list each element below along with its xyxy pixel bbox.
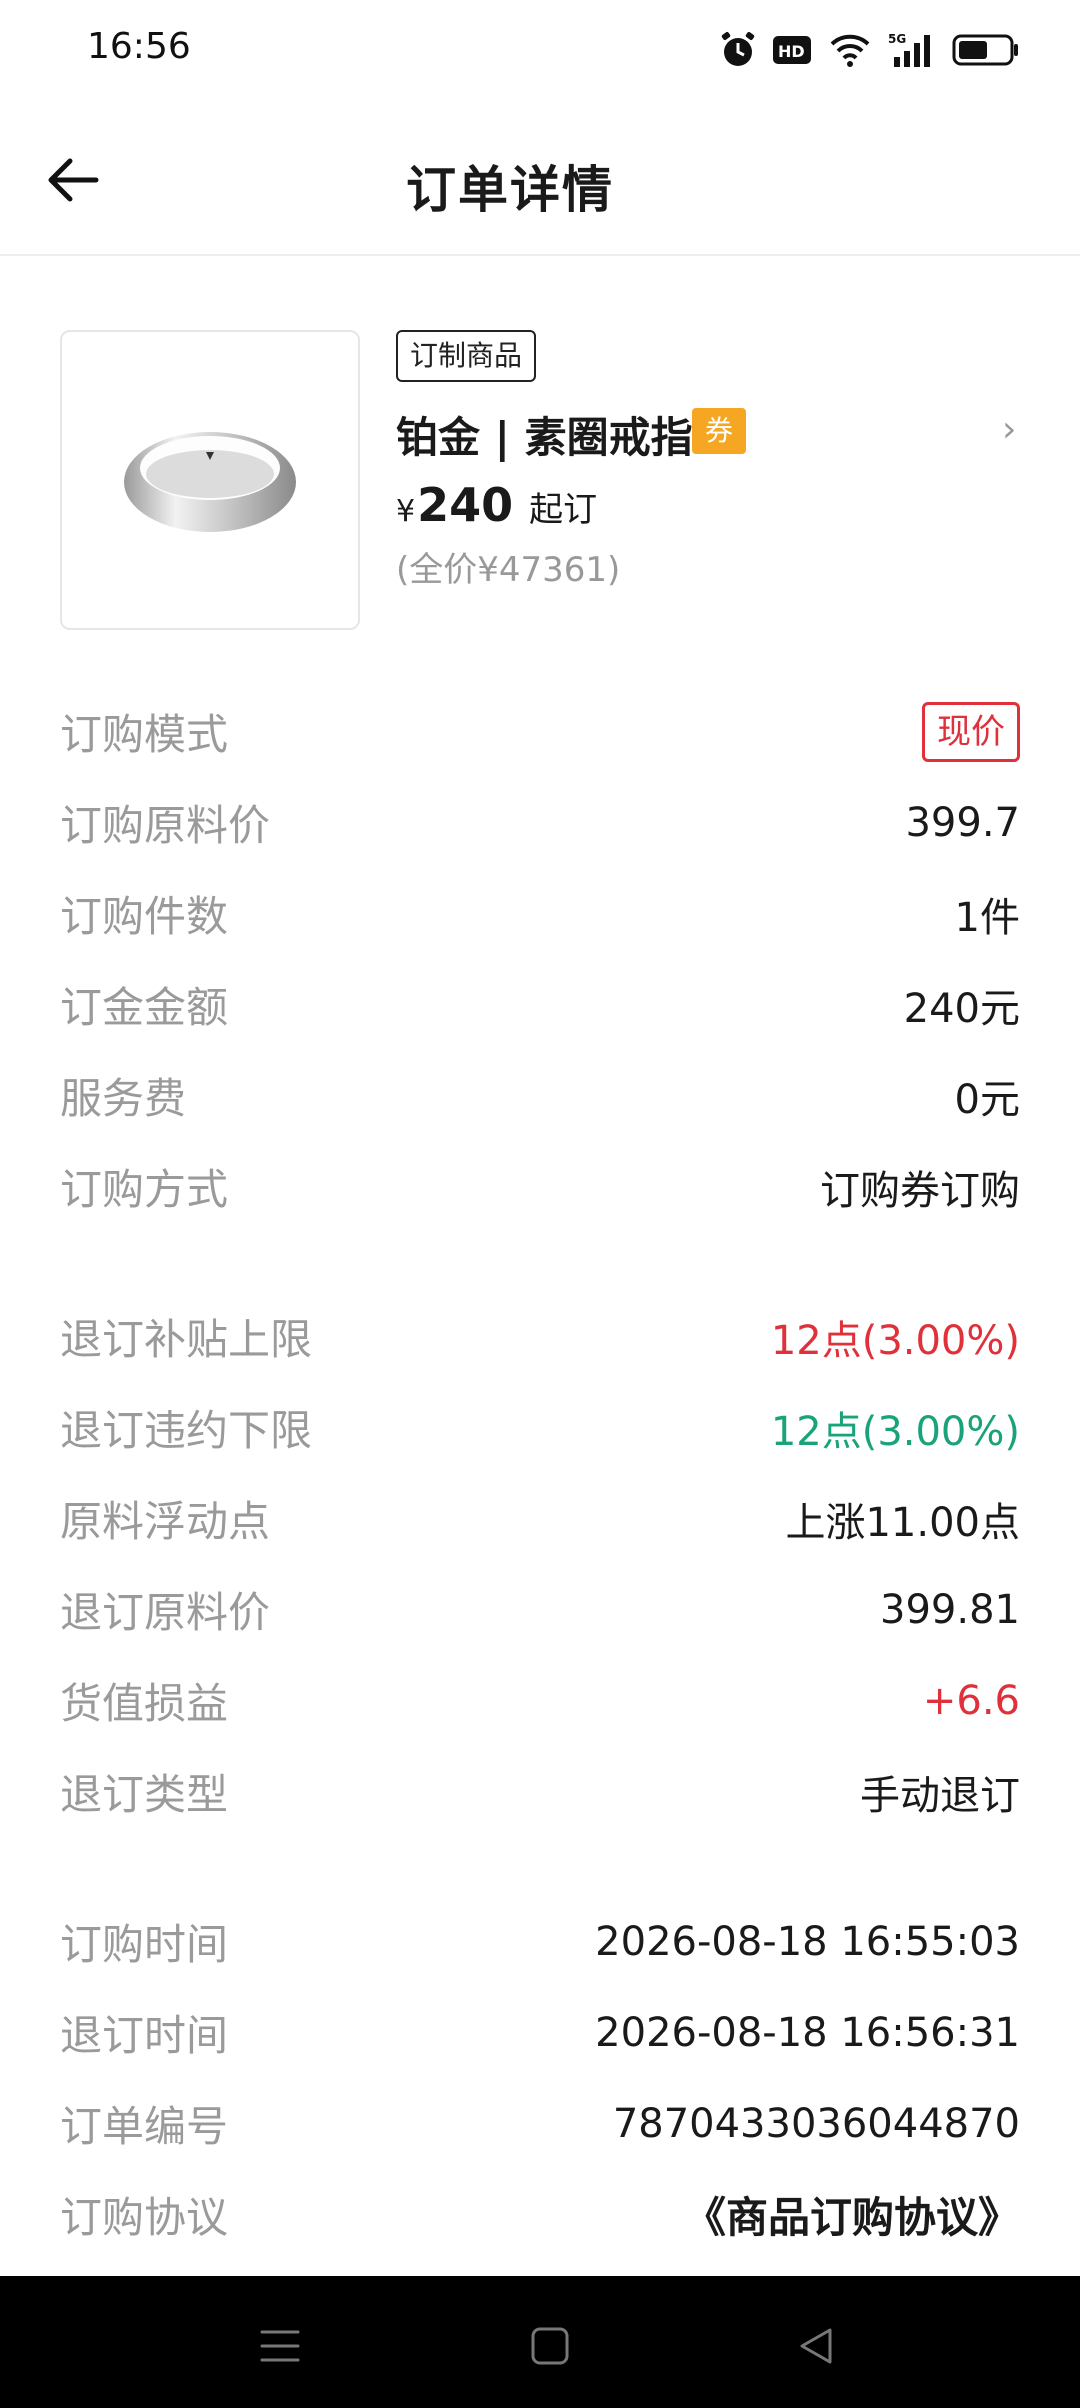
order-info-group: 订购模式 现价 订购原料价 399.7 订购件数 1件 订金金额 240元 服务… (60, 686, 1020, 1232)
detail-row-order-mode: 订购模式 现价 (60, 686, 1020, 777)
home-button[interactable] (520, 2316, 580, 2376)
detail-row-float-points: 原料浮动点 上涨11.00点 (60, 1473, 1020, 1564)
chevron-right-icon[interactable]: › (1002, 410, 1026, 450)
price-value: 240 (417, 478, 514, 532)
back-nav-button[interactable] (786, 2316, 846, 2376)
row-label: 退订时间 (60, 2011, 229, 2060)
detail-row-material-price: 订购原料价 399.7 (60, 777, 1020, 868)
product-tag: 订制商品 (396, 330, 537, 382)
row-label: 订购时间 (60, 1920, 229, 1969)
detail-row-service-fee: 服务费 0元 (60, 1050, 1020, 1141)
wifi-icon (828, 32, 872, 68)
row-value: 0元 (954, 1076, 1020, 1123)
5g-signal-icon: 5G (888, 31, 936, 69)
row-value: 399.81 (880, 1586, 1020, 1633)
svg-text:HD: HD (778, 42, 805, 61)
detail-row-profit-loss: 货值损益 +6.6 (60, 1655, 1020, 1746)
back-triangle-icon (800, 2328, 832, 2364)
detail-row-agreement: 订购协议 《商品订购协议》 (60, 2169, 1020, 2260)
row-label: 退订补贴上限 (60, 1315, 313, 1364)
ring-icon (124, 432, 296, 532)
row-label: 订金金额 (60, 983, 229, 1032)
row-label: 订购件数 (60, 892, 229, 941)
row-value: 12点(3.00%) (770, 1317, 1020, 1364)
full-price: (全价¥47361) (396, 550, 621, 590)
row-value: 订购券订购 (820, 1167, 1020, 1214)
detail-row-order-method: 订购方式 订购券订购 (60, 1141, 1020, 1232)
coupon-badge: 券 (692, 408, 746, 454)
header: 订单详情 (0, 100, 1080, 256)
agreement-link[interactable]: 《商品订购协议》 (684, 2184, 1020, 2245)
detail-row-quantity: 订购件数 1件 (60, 868, 1020, 959)
product-name[interactable]: 铂金 | 素圈戒指 (396, 404, 693, 465)
price-suffix: 起订 (529, 490, 598, 530)
row-label: 退订类型 (60, 1770, 229, 1819)
row-label: 订购方式 (60, 1165, 229, 1214)
status-time: 16:56 (87, 26, 191, 67)
status-icons: HD 5G (720, 28, 1020, 72)
detail-row-order-number: 订单编号 7870433036044870 (60, 2078, 1020, 2169)
row-label: 订单编号 (60, 2102, 229, 2151)
row-value: 手动退订 (860, 1772, 1020, 1819)
row-label: 退订违约下限 (60, 1406, 313, 1455)
detail-row-subsidy-cap: 退订补贴上限 12点(3.00%) (60, 1291, 1020, 1382)
row-label: 货值损益 (60, 1679, 229, 1728)
home-square-icon (531, 2327, 569, 2365)
alarm-icon (720, 31, 756, 69)
detail-row-refund-type: 退订类型 手动退订 (60, 1746, 1020, 1837)
detail-row-deposit: 订金金额 240元 (60, 959, 1020, 1050)
page-title: 订单详情 (406, 161, 614, 219)
row-value: 1件 (954, 894, 1020, 941)
order-mode-badge: 现价 (922, 701, 1020, 762)
product-image[interactable] (60, 330, 360, 630)
hd-icon: HD (772, 33, 812, 67)
refund-info-group: 退订补贴上限 12点(3.00%) 退订违约下限 12点(3.00%) 原料浮动… (60, 1291, 1020, 1837)
detail-row-refund-material-price: 退订原料价 399.81 (60, 1564, 1020, 1655)
time-info-group: 订购时间 2026-08-18 16:55:03 退订时间 2026-08-18… (60, 1896, 1020, 2260)
detail-row-order-time: 订购时间 2026-08-18 16:55:03 (60, 1896, 1020, 1987)
row-label: 原料浮动点 (60, 1497, 271, 1546)
detail-row-penalty-floor: 退订违约下限 12点(3.00%) (60, 1382, 1020, 1473)
row-value: 上涨11.00点 (785, 1499, 1020, 1546)
row-label: 订购模式 (60, 710, 229, 759)
row-value: 399.7 (905, 799, 1020, 846)
battery-icon (952, 33, 1020, 67)
menu-icon (260, 2330, 300, 2362)
row-value: 2026-08-18 16:56:31 (595, 2009, 1020, 2056)
menu-button[interactable] (250, 2316, 310, 2376)
row-value: +6.6 (922, 1677, 1020, 1724)
row-label: 订购原料价 (60, 801, 271, 850)
row-label: 订购协议 (60, 2193, 229, 2242)
row-value: 12点(3.00%) (770, 1408, 1020, 1455)
svg-text:5G: 5G (888, 32, 906, 46)
row-label: 服务费 (60, 1074, 187, 1123)
detail-row-refund-time: 退订时间 2026-08-18 16:56:31 (60, 1987, 1020, 2078)
row-value: 7870433036044870 (612, 2100, 1020, 2147)
row-value: 2026-08-18 16:55:03 (595, 1918, 1020, 1965)
row-value: 240元 (903, 985, 1020, 1032)
price-currency: ¥ (396, 494, 416, 529)
system-nav-bar (0, 2276, 1080, 2408)
row-label: 退订原料价 (60, 1588, 271, 1637)
status-bar: 16:56 HD 5G (0, 0, 1080, 100)
price-line: ¥ 240 起订 (396, 478, 597, 532)
